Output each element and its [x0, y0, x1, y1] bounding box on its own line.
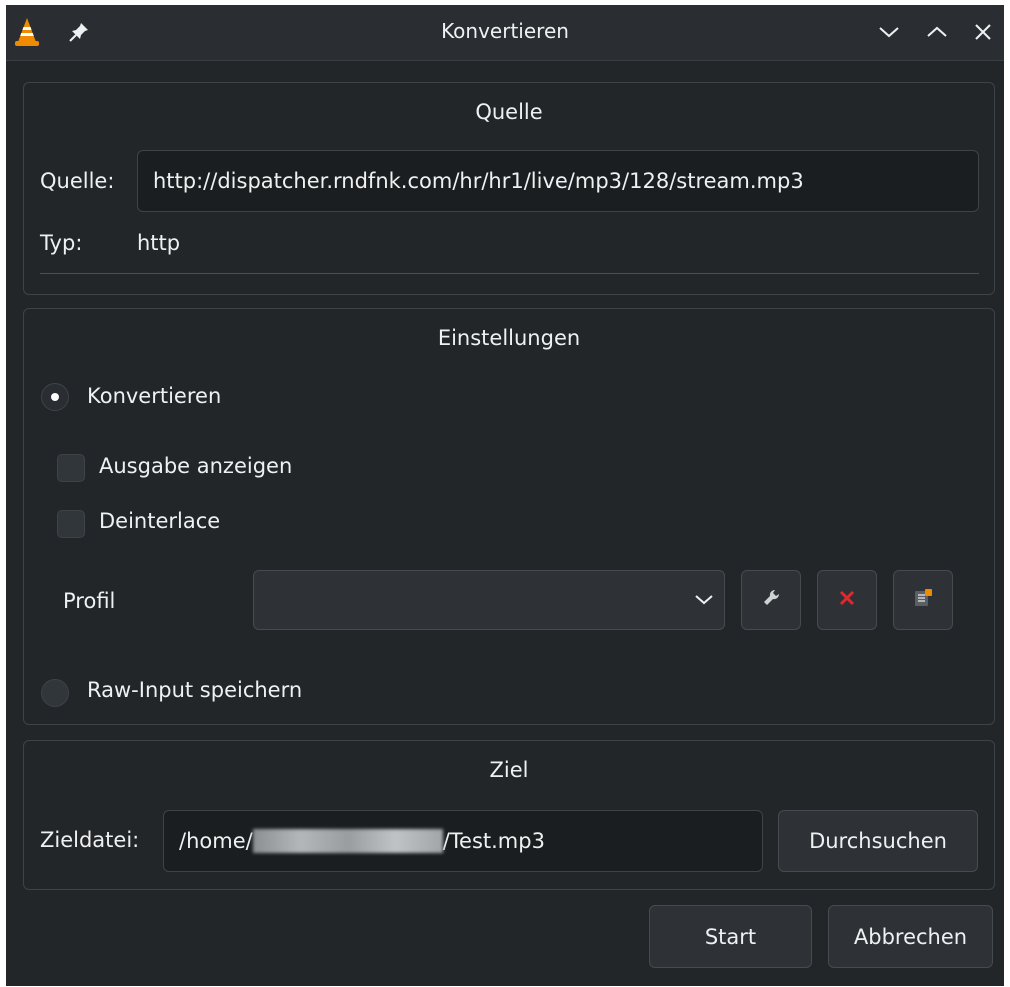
target-group-title: Ziel: [489, 758, 529, 782]
dest-path-prefix: /home/: [179, 829, 253, 853]
redacted-username: [252, 827, 443, 855]
show-output-label[interactable]: Ausgabe anzeigen: [99, 454, 292, 478]
deinterlace-label[interactable]: Deinterlace: [99, 509, 220, 533]
show-output-checkbox[interactable]: [57, 454, 85, 482]
close-icon[interactable]: [966, 15, 1000, 49]
settings-group: Einstellungen Konvertieren Ausgabe anzei…: [23, 308, 995, 725]
chevron-down-icon: [694, 591, 714, 610]
new-profile-button[interactable]: [893, 570, 953, 630]
delete-profile-button[interactable]: [817, 570, 877, 630]
new-profile-icon: [912, 587, 934, 614]
source-separator: [40, 273, 979, 274]
settings-group-title: Einstellungen: [437, 326, 581, 350]
profile-label: Profil: [63, 589, 116, 613]
source-label: Quelle:: [40, 169, 115, 193]
target-group: Ziel Zieldatei: /home/ /Test.mp3 Durchsu…: [23, 740, 995, 890]
convert-radio-label[interactable]: Konvertieren: [87, 384, 221, 408]
type-label: Typ:: [40, 231, 83, 255]
wrench-icon: [761, 588, 781, 613]
source-group-title: Quelle: [475, 100, 543, 124]
deinterlace-checkbox[interactable]: [57, 510, 85, 538]
title-bar: Konvertieren: [6, 5, 1004, 61]
convert-radio[interactable]: [41, 383, 69, 411]
profile-select-value: [254, 571, 684, 629]
delete-x-icon: [837, 588, 857, 613]
raw-input-label[interactable]: Raw-Input speichern: [87, 678, 302, 702]
profile-select[interactable]: [253, 570, 725, 630]
dest-path-suffix: /Test.mp3: [442, 829, 545, 853]
dest-label: Zieldatei:: [40, 828, 140, 852]
browse-button[interactable]: Durchsuchen: [778, 810, 978, 872]
source-group: Quelle Quelle: http://dispatcher.rndfnk.…: [23, 82, 995, 295]
minimize-icon[interactable]: [872, 15, 906, 49]
cancel-button[interactable]: Abbrechen: [828, 905, 993, 968]
maximize-icon[interactable]: [920, 15, 954, 49]
convert-dialog: Konvertieren Quelle Quelle: http://dispa…: [6, 5, 1004, 986]
source-input[interactable]: http://dispatcher.rndfnk.com/hr/hr1/live…: [137, 150, 979, 212]
edit-profile-button[interactable]: [741, 570, 801, 630]
type-value: http: [137, 231, 181, 255]
raw-input-radio[interactable]: [41, 679, 69, 707]
window-title: Konvertieren: [441, 19, 569, 43]
dest-input[interactable]: /home/ /Test.mp3: [163, 810, 763, 872]
start-button[interactable]: Start: [649, 905, 812, 968]
